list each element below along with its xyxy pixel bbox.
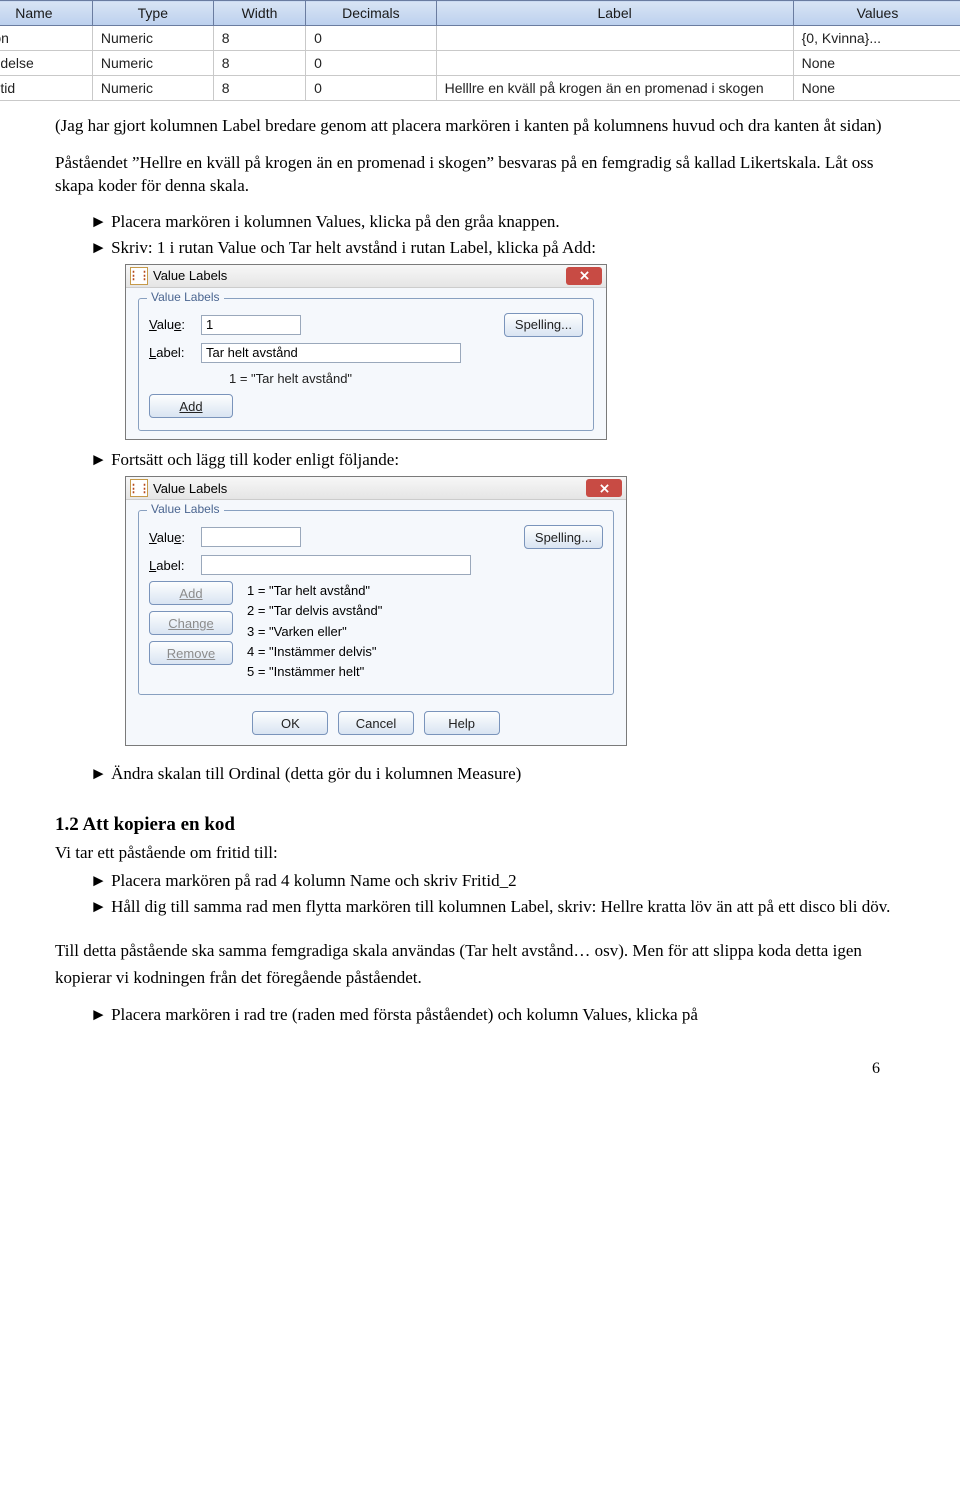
list-item[interactable]: 4 = "Instämmer delvis" xyxy=(247,642,382,662)
bullet-item: Placera markören på rad 4 kolumn Name oc… xyxy=(90,871,905,891)
section-heading: 1.2 Att kopiera en kod xyxy=(55,814,905,836)
cell-type[interactable]: Numeric xyxy=(92,26,213,51)
dialog-titlebar: ⋮⋮ Value Labels xyxy=(126,265,606,288)
bullet-item: Skriv: 1 i rutan Value och Tar helt avst… xyxy=(90,238,905,258)
cell-label[interactable]: Helllre en kväll på krogen än en promena… xyxy=(436,76,793,101)
add-button[interactable]: Add xyxy=(149,581,233,605)
cancel-button[interactable]: Cancel xyxy=(338,711,414,735)
value-input[interactable] xyxy=(201,527,301,547)
cell-label[interactable] xyxy=(436,26,793,51)
value-labels-dialog-2: ⋮⋮ Value Labels Value Labels Value: Spel… xyxy=(125,476,627,746)
dialog-icon: ⋮⋮ xyxy=(130,479,148,497)
list-item: 1 = "Tar helt avstånd" xyxy=(229,369,583,389)
col-label[interactable]: Label xyxy=(436,1,793,26)
list-item[interactable]: 2 = "Tar delvis avstånd" xyxy=(247,601,382,621)
list-item[interactable]: 3 = "Varken eller" xyxy=(247,622,382,642)
value-label: Value: xyxy=(149,317,195,332)
page-number: 6 xyxy=(55,1060,905,1078)
col-values[interactable]: Values xyxy=(793,1,960,26)
paragraph: (Jag har gjort kolumnen Label bredare ge… xyxy=(55,115,905,138)
help-button[interactable]: Help xyxy=(424,711,500,735)
col-width[interactable]: Width xyxy=(213,1,305,26)
cell-type[interactable]: Numeric xyxy=(92,76,213,101)
table-row[interactable]: Fritid Numeric 8 0 Helllre en kväll på k… xyxy=(0,76,960,101)
group-legend: Value Labels xyxy=(147,290,224,304)
col-decimals[interactable]: Decimals xyxy=(306,1,436,26)
paragraph: Till detta påstående ska samma femgradig… xyxy=(55,937,905,991)
value-labels-list: 1 = "Tar helt avstånd" 2 = "Tar delvis a… xyxy=(247,581,382,682)
cell-type[interactable]: Numeric xyxy=(92,51,213,76)
cell-label[interactable] xyxy=(436,51,793,76)
dialog-titlebar: ⋮⋮ Value Labels xyxy=(126,477,626,500)
close-icon[interactable] xyxy=(586,479,622,497)
cell-name[interactable]: Födelse xyxy=(0,51,92,76)
col-type[interactable]: Type xyxy=(92,1,213,26)
list-item[interactable]: 5 = "Instämmer helt" xyxy=(247,662,382,682)
value-input[interactable] xyxy=(201,315,301,335)
cell-values[interactable]: None xyxy=(793,76,960,101)
cell-decimals[interactable]: 0 xyxy=(306,76,436,101)
label-label: Label: xyxy=(149,558,195,573)
spelling-button[interactable]: Spelling... xyxy=(524,525,603,549)
bullet-item: Håll dig till samma rad men flytta markö… xyxy=(90,897,905,917)
remove-button[interactable]: Remove xyxy=(149,641,233,665)
paragraph: Vi tar ett påstående om fritid till: xyxy=(55,842,905,865)
cell-values[interactable]: None xyxy=(793,51,960,76)
cell-decimals[interactable]: 0 xyxy=(306,26,436,51)
label-label: Label: xyxy=(149,345,195,360)
value-labels-group: Value Labels Value: Spelling... Label: A… xyxy=(138,510,614,695)
change-button[interactable]: Change xyxy=(149,611,233,635)
dialog-title: Value Labels xyxy=(153,481,227,496)
cell-values[interactable]: {0, Kvinna}... xyxy=(793,26,960,51)
ok-button[interactable]: OK xyxy=(252,711,328,735)
list-item[interactable]: 1 = "Tar helt avstånd" xyxy=(247,581,382,601)
cell-name[interactable]: Fritid xyxy=(0,76,92,101)
dialog-title: Value Labels xyxy=(153,268,227,283)
table-row[interactable]: Födelse Numeric 8 0 None None xyxy=(0,51,960,76)
bullet-item: Fortsätt och lägg till koder enligt följ… xyxy=(90,450,905,470)
table-header-row: Name Type Width Decimals Label Values M xyxy=(0,1,960,26)
cell-width[interactable]: 8 xyxy=(213,76,305,101)
dialog-icon: ⋮⋮ xyxy=(130,267,148,285)
bullet-item: Ändra skalan till Ordinal (detta gör du … xyxy=(90,764,905,784)
add-button[interactable]: Add xyxy=(149,394,233,418)
value-labels-group: Value Labels Value: Spelling... Label: 1… xyxy=(138,298,594,432)
variable-view-table: Name Type Width Decimals Label Values M … xyxy=(0,0,960,101)
label-input[interactable] xyxy=(201,343,461,363)
bullet-item: Placera markören i kolumnen Values, klic… xyxy=(90,212,905,232)
value-label: Value: xyxy=(149,530,195,545)
value-labels-list: 1 = "Tar helt avstånd" xyxy=(229,369,583,389)
cell-name[interactable]: Kön xyxy=(0,26,92,51)
table-row[interactable]: Kön Numeric 8 0 {0, Kvinna}... None xyxy=(0,26,960,51)
cell-width[interactable]: 8 xyxy=(213,51,305,76)
label-input[interactable] xyxy=(201,555,471,575)
cell-decimals[interactable]: 0 xyxy=(306,51,436,76)
col-name[interactable]: Name xyxy=(0,1,92,26)
spelling-button[interactable]: Spelling... xyxy=(504,313,583,337)
group-legend: Value Labels xyxy=(147,502,224,516)
value-labels-dialog-1: ⋮⋮ Value Labels Value Labels Value: Spel… xyxy=(125,264,607,441)
close-icon[interactable] xyxy=(566,267,602,285)
cell-width[interactable]: 8 xyxy=(213,26,305,51)
bullet-item: Placera markören i rad tre (raden med fö… xyxy=(90,1005,905,1025)
dialog-button-row: OK Cancel Help xyxy=(126,703,626,745)
paragraph: Påståendet ”Hellre en kväll på krogen än… xyxy=(55,152,905,198)
